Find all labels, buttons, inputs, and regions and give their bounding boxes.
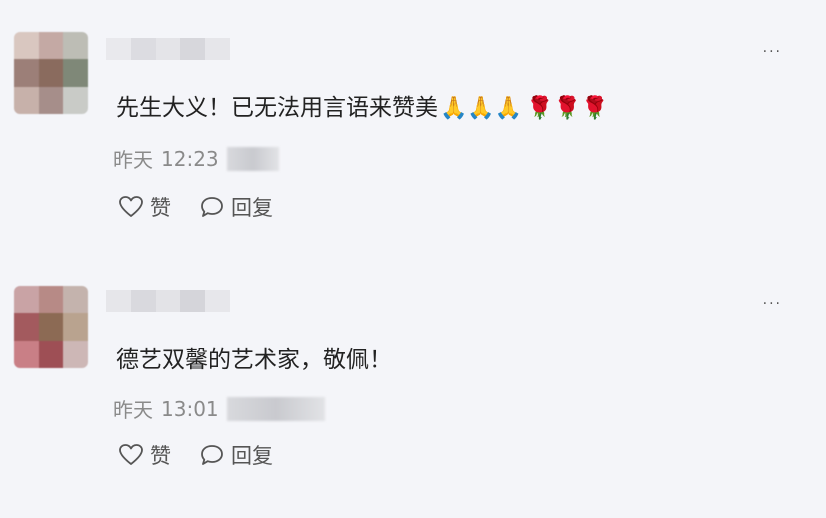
location-blurred bbox=[226, 396, 325, 421]
comment-time: 13:01 bbox=[161, 396, 219, 421]
comment-date: 昨天 bbox=[113, 398, 153, 422]
comment-meta: 昨天 13:01 bbox=[113, 394, 325, 423]
pray-emoji: 🙏🙏🙏 bbox=[440, 96, 523, 121]
comment-body: 先生大义！已无法用言语来赞美 bbox=[116, 95, 438, 121]
comment-body: 德艺双馨的艺术家，敬佩！ bbox=[116, 347, 392, 373]
reply-button[interactable]: 回复 bbox=[199, 192, 273, 222]
heart-icon bbox=[118, 443, 144, 467]
comment-text: 德艺双馨的艺术家，敬佩！ bbox=[116, 340, 392, 374]
comment-meta: 昨天 12:23 bbox=[113, 144, 279, 173]
comment-time: 12:23 bbox=[161, 146, 219, 171]
more-icon[interactable]: ··· bbox=[763, 44, 782, 60]
like-label: 赞 bbox=[150, 444, 171, 468]
reply-label: 回复 bbox=[231, 444, 273, 468]
comment-date: 昨天 bbox=[113, 148, 153, 172]
rose-emoji: 🌹🌹🌹 bbox=[526, 96, 609, 121]
like-button[interactable]: 赞 bbox=[118, 192, 171, 222]
comment-bubble-icon bbox=[199, 443, 225, 467]
heart-icon bbox=[118, 195, 144, 219]
username-blurred[interactable] bbox=[106, 38, 230, 60]
comment-item: ··· 德艺双馨的艺术家，敬佩！ 昨天 13:01 赞 回复 bbox=[0, 258, 826, 518]
like-label: 赞 bbox=[150, 196, 171, 220]
like-button[interactable]: 赞 bbox=[118, 440, 171, 470]
location-blurred bbox=[226, 146, 279, 171]
avatar[interactable] bbox=[14, 32, 88, 114]
username-blurred[interactable] bbox=[106, 290, 230, 312]
comment-actions: 赞 回复 bbox=[118, 440, 273, 470]
more-icon[interactable]: ··· bbox=[763, 296, 782, 312]
comment-text: 先生大义！已无法用言语来赞美🙏🙏🙏 🌹🌹🌹 bbox=[116, 88, 608, 122]
comment-actions: 赞 回复 bbox=[118, 192, 273, 222]
comment-item: ··· 先生大义！已无法用言语来赞美🙏🙏🙏 🌹🌹🌹 昨天 12:23 赞 回复 bbox=[0, 0, 826, 260]
reply-label: 回复 bbox=[231, 196, 273, 220]
reply-button[interactable]: 回复 bbox=[199, 440, 273, 470]
comment-bubble-icon bbox=[199, 195, 225, 219]
avatar[interactable] bbox=[14, 286, 88, 368]
